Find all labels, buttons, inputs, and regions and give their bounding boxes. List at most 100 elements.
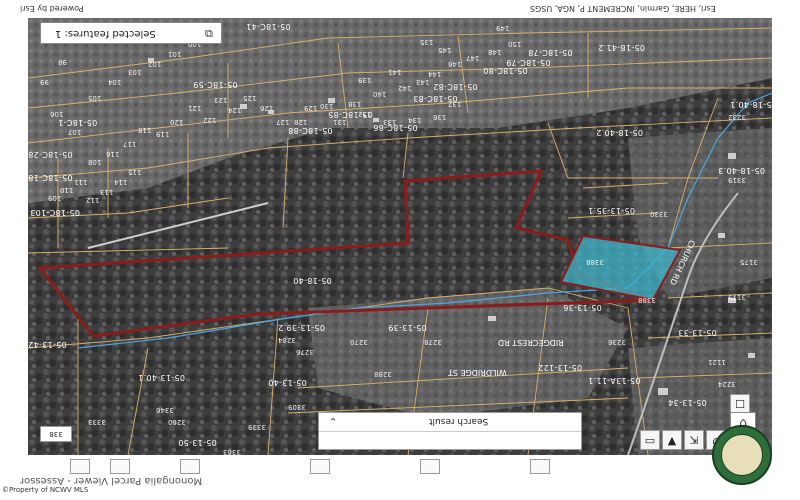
address-number: 1121	[708, 358, 726, 366]
address-number: 3339	[248, 423, 266, 431]
lot-number: 130	[320, 102, 334, 110]
road-label-wildridge: WILDRIDGE ST	[448, 368, 507, 377]
map-viewer-window: Powered by Esri Esri, HERE, Garmin, INCR…	[0, 0, 800, 500]
lot-number: 132	[358, 110, 372, 118]
search-result-header[interactable]: ⌄ Search result	[319, 413, 581, 432]
address-number: 3346	[156, 406, 174, 414]
lot-number: 114	[114, 178, 128, 186]
satellite-map[interactable]: 05-18-40 05-18-40.2 05-13-35.1 05-13-36 …	[28, 18, 772, 455]
address-number: 3278	[424, 338, 442, 346]
lot-number: 111	[74, 178, 88, 186]
search-query-row[interactable]: ✕ BLANEY CURTIS ANTH... ⌄	[319, 431, 581, 462]
lot-number: 137	[448, 100, 462, 108]
parcel-label-north-g: 05-18C-79	[506, 58, 551, 67]
parcel-label-south-c: 05-13-39	[388, 323, 427, 332]
lot-number: 140	[373, 90, 387, 98]
bottom-tab[interactable]	[310, 459, 330, 474]
lot-number: 139	[358, 76, 372, 84]
address-number: 3330	[650, 210, 668, 218]
bottom-tab[interactable]	[530, 459, 550, 474]
selection-icon[interactable]: ⧉	[205, 26, 213, 40]
lot-number: 129	[304, 104, 318, 112]
lot-number: 102	[148, 60, 162, 68]
lot-number: 115	[128, 168, 142, 176]
lot-number: 121	[188, 104, 202, 112]
lot-number: 146	[448, 60, 462, 68]
lot-number: 101	[168, 50, 182, 58]
parcel-label-west-b: 05-18C-28	[28, 150, 73, 159]
lot-number: 148	[488, 48, 502, 56]
measure-icon[interactable]: ▲	[662, 430, 682, 450]
app-title: Monongalia Parcel Viewer - Assessor	[20, 475, 203, 486]
bottom-tab[interactable]	[420, 459, 440, 474]
lot-number: 120	[170, 118, 184, 126]
lot-number: 105	[88, 94, 102, 102]
share-icon[interactable]: ⇲	[684, 430, 704, 450]
lot-number: 109	[48, 194, 62, 202]
address-number: 3333	[88, 418, 106, 426]
selected-features-label: Selected features: 1	[55, 27, 156, 39]
bottom-tab[interactable]	[180, 459, 200, 474]
address-number: 3388	[638, 296, 656, 304]
chevron-up-icon[interactable]: ⌄	[329, 415, 337, 426]
lot-number: 116	[106, 150, 120, 158]
lot-number: 144	[428, 70, 442, 78]
parcel-label-ne-b: 05-18-40.3	[718, 166, 765, 175]
lot-number: 98	[58, 58, 67, 66]
lot-number: 150	[508, 40, 522, 48]
lot-number: 138	[348, 100, 362, 108]
lot-number: 117	[123, 140, 137, 148]
basemap-icon[interactable]: ☐	[730, 394, 750, 414]
lot-number: 112	[86, 196, 100, 204]
parcel-label-southwest: 05-13-42	[28, 340, 67, 349]
parcel-label-north-strip: 05-18-40.2	[596, 128, 643, 137]
lot-number: 126	[260, 104, 274, 112]
parcel-label-south-e: 05-13-40.1	[138, 373, 185, 382]
lot-number: 136	[433, 113, 447, 121]
lot-number: 128	[294, 118, 308, 126]
address-number: 3284	[278, 336, 296, 344]
parcel-label-south-g: 05-13-122	[538, 363, 583, 372]
parcel-label-north-a: 05-18C-88	[288, 126, 333, 135]
lot-number: 131	[333, 118, 347, 126]
selected-features-bar[interactable]: Selected features: 1 ⧉	[40, 22, 222, 44]
address-number: 3175	[740, 258, 758, 266]
lot-number: 99	[40, 78, 49, 86]
address-number: 3363	[223, 448, 241, 455]
lot-number: 110	[60, 186, 74, 194]
address-number: 3260	[168, 418, 186, 426]
attribution-left: Powered by Esri	[20, 4, 84, 13]
parcel-label-west-c: 05-18C-18	[28, 173, 73, 182]
print-icon[interactable]: ▭	[640, 430, 660, 450]
lot-number: 149	[496, 24, 510, 32]
lot-number: 125	[243, 94, 257, 102]
parcel-label-south-f: 05-13-50	[178, 438, 217, 447]
lot-number: 103	[128, 68, 142, 76]
address-number: 3236	[608, 338, 626, 346]
scale-indicator: 338	[40, 426, 72, 442]
address-number: 3276	[296, 348, 314, 356]
parcel-label-north-k: 05-18C-41	[246, 22, 291, 31]
road-label-ridgecrest: RIDGECREST RD	[498, 338, 564, 347]
lot-number: 133	[383, 118, 397, 126]
lot-number: 145	[438, 46, 452, 54]
parcel-label-south-h: 05-13A-11.1	[588, 376, 641, 385]
lot-number: 123	[214, 96, 228, 104]
address-number: 3179	[728, 293, 746, 301]
lot-number: 143	[416, 78, 430, 86]
search-result-panel: ⌄ Search result ✕ BLANEY CURTIS ANTH... …	[318, 412, 582, 462]
address-number: 3224	[718, 380, 736, 388]
lot-number: 141	[388, 68, 402, 76]
lot-number: 147	[466, 54, 480, 62]
search-result-label: Search result	[429, 416, 489, 426]
parcel-label-west: 05-18C-103	[30, 208, 80, 217]
lot-number: 118	[138, 126, 152, 134]
map-attribution: Powered by Esri Esri, HERE, Garmin, INCR…	[20, 4, 780, 16]
bottom-bar: Monongalia Parcel Viewer - Assessor	[0, 455, 800, 500]
bottom-tab[interactable]	[70, 459, 90, 474]
parcel-label-north-e: 05-18C-82	[433, 82, 478, 91]
lot-number: 127	[276, 118, 290, 126]
bottom-tab[interactable]	[110, 459, 130, 474]
lot-number: 108	[88, 158, 102, 166]
lot-number: 119	[156, 130, 170, 138]
